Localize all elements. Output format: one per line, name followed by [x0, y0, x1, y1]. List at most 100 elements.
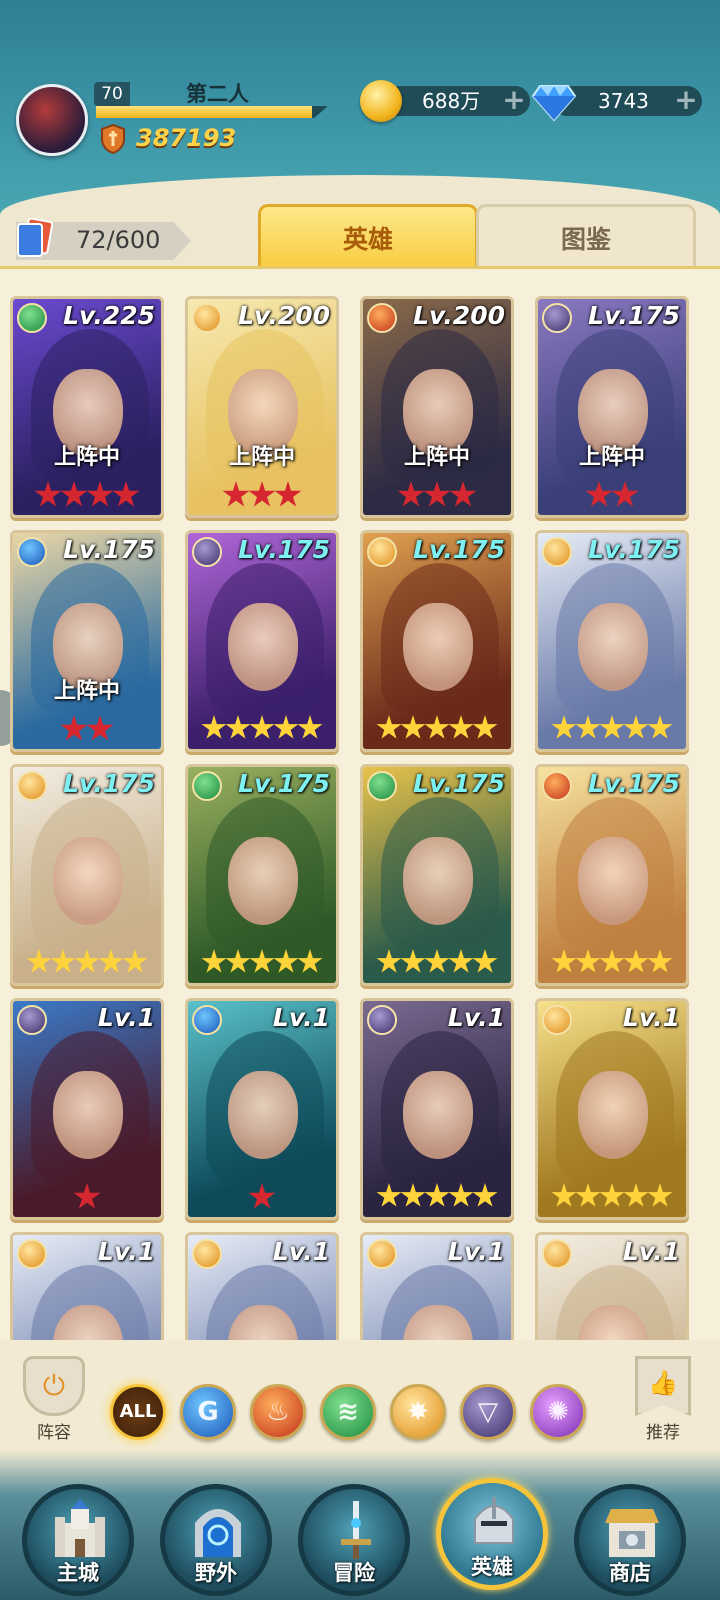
star-icon — [86, 481, 114, 507]
filter-fire[interactable]: ♨ — [250, 1384, 306, 1440]
light-element-icon — [367, 537, 397, 567]
nav-sword[interactable]: 冒险 — [298, 1484, 410, 1596]
star-icon — [599, 1183, 625, 1207]
nav-portal[interactable]: 野外 — [160, 1484, 272, 1596]
star-icon — [551, 715, 577, 739]
add-gold-button[interactable]: + — [502, 86, 526, 114]
star-icon — [248, 1183, 276, 1209]
star-rating — [13, 949, 161, 979]
hero-level: Lv.175 — [413, 535, 505, 564]
filter-light[interactable]: ✸ — [390, 1384, 446, 1440]
light-element-icon — [192, 303, 222, 333]
star-icon — [274, 481, 302, 507]
hero-card[interactable]: Lv.175 — [10, 764, 164, 986]
sword-icon — [325, 1499, 387, 1561]
hero-card[interactable]: Lv.175 — [535, 764, 689, 986]
hero-card[interactable]: Lv.1 — [185, 998, 339, 1220]
star-icon — [222, 481, 250, 507]
star-icon — [448, 1183, 474, 1207]
castle-icon — [49, 1499, 111, 1561]
star-icon — [448, 949, 474, 973]
hero-card[interactable]: Lv.1 — [10, 998, 164, 1220]
hero-level: Lv.1 — [272, 1003, 330, 1032]
light-element-icon — [192, 1239, 222, 1269]
portal-icon — [187, 1499, 249, 1561]
hero-level: Lv.1 — [622, 1003, 680, 1032]
nav-label: 冒险 — [333, 1561, 375, 1585]
diamond-value: 3743 — [598, 89, 649, 113]
hero-level: Lv.175 — [63, 769, 155, 798]
nav-shop[interactable]: 商店 — [574, 1484, 686, 1596]
dark-element-icon — [192, 537, 222, 567]
hero-card[interactable]: Lv.1 — [360, 1232, 514, 1340]
water-element-icon: G — [197, 1397, 219, 1427]
hero-cards-icon — [17, 218, 54, 257]
hero-card[interactable]: Lv.1 — [185, 1232, 339, 1340]
star-icon — [86, 715, 114, 741]
star-icon — [201, 949, 227, 973]
hero-card[interactable]: Lv.1 — [535, 998, 689, 1220]
hero-card[interactable]: Lv.175 上阵中 — [10, 530, 164, 752]
star-icon — [273, 715, 299, 739]
add-diamond-button[interactable]: + — [674, 86, 698, 114]
star-icon — [424, 949, 450, 973]
tab-gallery[interactable]: 图鉴 — [476, 204, 696, 269]
hero-card[interactable]: Lv.175 上阵中 — [535, 296, 689, 518]
filter-wind[interactable]: ≋ — [320, 1384, 376, 1440]
wind-element-icon — [192, 771, 222, 801]
hero-card[interactable]: Lv.225 上阵中 — [10, 296, 164, 518]
star-icon — [647, 1183, 673, 1207]
gold-coin-icon — [360, 80, 402, 122]
hero-card[interactable]: Lv.175 — [185, 530, 339, 752]
hero-card[interactable]: Lv.175 — [185, 764, 339, 986]
star-icon — [201, 715, 227, 739]
star-icon — [297, 715, 323, 739]
star-icon — [397, 481, 425, 507]
star-icon — [249, 715, 275, 739]
filter-water[interactable]: G — [180, 1384, 236, 1440]
gold-panel: 688万 + — [380, 86, 530, 116]
hero-card[interactable]: Lv.1 — [360, 998, 514, 1220]
hero-card[interactable]: Lv.200 上阵中 — [185, 296, 339, 518]
star-icon — [74, 949, 100, 973]
star-icon — [400, 715, 426, 739]
hero-card[interactable]: Lv.175 — [360, 530, 514, 752]
team-button[interactable]: 阵容 — [20, 1356, 88, 1443]
nav-helmet[interactable]: 英雄 — [436, 1478, 548, 1590]
deployed-label: 上阵中 — [53, 445, 120, 470]
star-icon — [50, 949, 76, 973]
star-icon — [400, 949, 426, 973]
recommend-button[interactable]: 推荐 — [628, 1356, 698, 1443]
player-avatar[interactable] — [16, 84, 88, 156]
star-rating — [363, 1183, 511, 1213]
hero-card[interactable]: Lv.175 — [535, 530, 689, 752]
star-icon — [122, 949, 148, 973]
deployed-label: 上阵中 — [53, 679, 120, 704]
star-icon — [60, 481, 88, 507]
star-icon — [611, 481, 639, 507]
filter-all[interactable]: ALL — [110, 1384, 166, 1440]
xp-bar-fill — [96, 106, 312, 118]
filter-dark[interactable]: ▽ — [460, 1384, 516, 1440]
hero-level: Lv.175 — [588, 535, 680, 564]
tab-heroes[interactable]: 英雄 — [258, 204, 478, 269]
star-rating — [188, 481, 336, 511]
star-rating — [188, 949, 336, 979]
shop-icon — [601, 1499, 663, 1561]
star-icon — [472, 1183, 498, 1207]
star-icon — [449, 481, 477, 507]
deployed-label: 上阵中 — [403, 445, 470, 470]
star-rating — [13, 481, 161, 511]
hero-card[interactable]: Lv.1 — [535, 1232, 689, 1340]
nav-castle[interactable]: 主城 — [22, 1484, 134, 1596]
filter-arcane[interactable]: ✺ — [530, 1384, 586, 1440]
hero-level: Lv.175 — [588, 769, 680, 798]
hero-card[interactable]: Lv.175 — [360, 764, 514, 986]
player-level: 70 — [94, 82, 130, 106]
recommend-label: 推荐 — [646, 1423, 680, 1443]
star-icon — [623, 1183, 649, 1207]
hero-card[interactable]: Lv.1 — [10, 1232, 164, 1340]
star-icon — [376, 1183, 402, 1207]
hero-card[interactable]: Lv.200 上阵中 — [360, 296, 514, 518]
helmet-icon — [463, 1493, 525, 1555]
